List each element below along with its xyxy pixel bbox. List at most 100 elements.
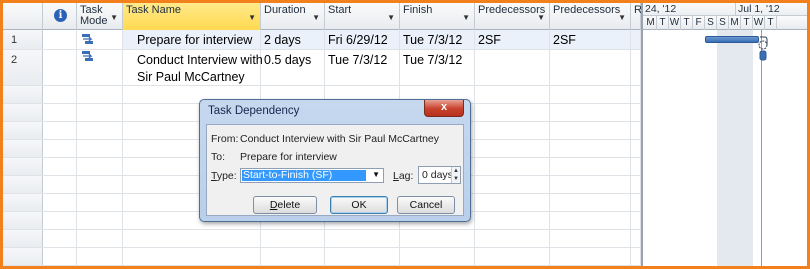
chevron-down-icon[interactable]: ▼	[110, 12, 118, 23]
start-cell[interactable]: Tue 7/3/12	[325, 50, 400, 85]
task-mode-cell[interactable]	[77, 30, 123, 49]
column-predecessors-2[interactable]: Predecessors ▼	[550, 3, 631, 30]
empty-cell[interactable]	[475, 140, 550, 157]
empty-cell[interactable]	[631, 230, 641, 247]
empty-cell[interactable]	[550, 140, 631, 157]
cancel-button[interactable]: Cancel	[397, 196, 455, 214]
empty-cell[interactable]	[475, 86, 550, 103]
empty-cell[interactable]	[43, 176, 77, 193]
empty-cell[interactable]	[631, 158, 641, 175]
empty-cell[interactable]	[400, 248, 475, 265]
lag-spinner[interactable]: 0 days ▲ ▼	[418, 166, 461, 184]
empty-cell[interactable]	[550, 86, 631, 103]
empty-row[interactable]	[3, 230, 641, 248]
row-number[interactable]	[3, 86, 43, 103]
empty-cell[interactable]	[123, 248, 261, 265]
predecessors-cell[interactable]: 2SF	[475, 30, 550, 49]
predecessors-cell[interactable]	[475, 50, 550, 85]
empty-cell[interactable]	[475, 194, 550, 211]
empty-cell[interactable]	[77, 194, 123, 211]
row-number[interactable]	[3, 140, 43, 157]
empty-cell[interactable]	[631, 176, 641, 193]
empty-cell[interactable]	[631, 212, 641, 229]
empty-cell[interactable]	[77, 104, 123, 121]
predecessors-cell[interactable]: 2SF	[550, 30, 631, 49]
row-number[interactable]	[3, 212, 43, 229]
empty-cell[interactable]	[77, 230, 123, 247]
empty-cell[interactable]	[475, 212, 550, 229]
column-extra[interactable]: R	[631, 3, 642, 30]
start-cell[interactable]: Fri 6/29/12	[325, 30, 400, 49]
empty-cell[interactable]	[550, 176, 631, 193]
chevron-up-icon[interactable]: ▲	[452, 167, 460, 175]
select-all-corner[interactable]	[3, 3, 43, 30]
empty-cell[interactable]	[77, 248, 123, 265]
empty-cell[interactable]	[475, 248, 550, 265]
predecessors-cell[interactable]	[550, 50, 631, 85]
empty-cell[interactable]	[43, 122, 77, 139]
empty-cell[interactable]	[77, 212, 123, 229]
empty-cell[interactable]	[43, 212, 77, 229]
empty-cell[interactable]	[631, 104, 641, 121]
delete-button[interactable]: Delete	[253, 196, 317, 214]
chevron-down-icon[interactable]: ▼	[452, 175, 460, 183]
empty-cell[interactable]	[43, 104, 77, 121]
empty-cell[interactable]	[77, 86, 123, 103]
duration-cell[interactable]: 2 days	[261, 30, 325, 49]
chevron-down-icon[interactable]: ▼	[618, 12, 626, 23]
column-finish[interactable]: Finish ▼	[400, 3, 475, 30]
empty-cell[interactable]	[475, 230, 550, 247]
empty-cell[interactable]	[475, 122, 550, 139]
empty-cell[interactable]	[550, 104, 631, 121]
empty-cell[interactable]	[550, 230, 631, 247]
task-name-cell[interactable]: Conduct Interview with Sir Paul McCartne…	[123, 50, 263, 85]
empty-cell[interactable]	[631, 86, 641, 103]
finish-cell[interactable]: Tue 7/3/12	[400, 30, 475, 49]
row-number[interactable]	[3, 176, 43, 193]
empty-cell[interactable]	[631, 194, 641, 211]
close-button[interactable]: x	[424, 100, 464, 117]
empty-cell[interactable]	[43, 140, 77, 157]
spinner-buttons[interactable]: ▲ ▼	[451, 167, 460, 183]
empty-cell[interactable]	[631, 248, 641, 265]
empty-cell[interactable]	[475, 158, 550, 175]
empty-cell[interactable]	[123, 230, 261, 247]
empty-cell[interactable]	[325, 230, 400, 247]
finish-cell[interactable]: Tue 7/3/12	[400, 50, 475, 85]
type-dropdown[interactable]: Start-to-Finish (SF) ▼	[240, 168, 384, 183]
task-row[interactable]: 2 Conduct Interview with Sir Paul McCart…	[3, 50, 641, 86]
empty-cell[interactable]	[631, 140, 641, 157]
empty-cell[interactable]	[261, 230, 325, 247]
ok-button[interactable]: OK	[330, 196, 388, 214]
empty-cell[interactable]	[43, 158, 77, 175]
empty-cell[interactable]	[631, 122, 641, 139]
chevron-down-icon[interactable]: ▼	[462, 12, 470, 23]
task-bar[interactable]	[705, 36, 759, 43]
column-predecessors-1[interactable]: Predecessors ▼	[475, 3, 550, 30]
row-number[interactable]: 2	[3, 50, 43, 85]
empty-cell[interactable]	[43, 230, 77, 247]
empty-cell[interactable]	[77, 176, 123, 193]
chevron-down-icon[interactable]: ▼	[537, 12, 545, 23]
empty-cell[interactable]	[43, 86, 77, 103]
task-name-cell[interactable]: Prepare for interview	[123, 30, 261, 49]
row-number[interactable]: 1	[3, 30, 43, 49]
row-number[interactable]	[3, 194, 43, 211]
empty-cell[interactable]	[43, 248, 77, 265]
empty-cell[interactable]	[400, 230, 475, 247]
empty-row[interactable]	[3, 248, 641, 266]
chevron-down-icon[interactable]: ▼	[312, 12, 320, 23]
empty-cell[interactable]	[475, 176, 550, 193]
chevron-down-icon[interactable]: ▼	[248, 12, 256, 23]
empty-cell[interactable]	[77, 122, 123, 139]
chevron-down-icon[interactable]: ▼	[387, 12, 395, 23]
extra-cell[interactable]	[631, 30, 641, 49]
empty-cell[interactable]	[325, 248, 400, 265]
row-number[interactable]	[3, 248, 43, 265]
row-number[interactable]	[3, 230, 43, 247]
row-number[interactable]	[3, 104, 43, 121]
row-number[interactable]	[3, 158, 43, 175]
column-duration[interactable]: Duration ▼	[261, 3, 325, 30]
column-task-mode[interactable]: Task Mode ▼	[77, 3, 123, 30]
empty-cell[interactable]	[261, 248, 325, 265]
